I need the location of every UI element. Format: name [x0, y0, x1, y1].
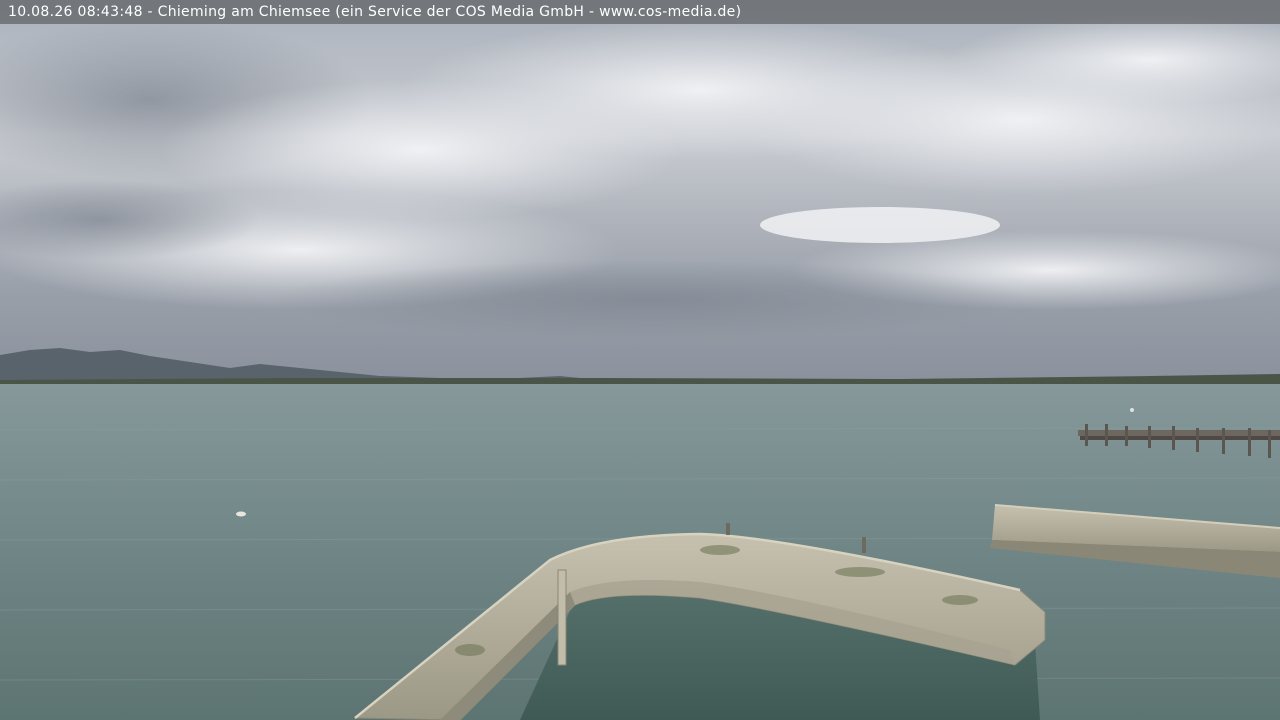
swimming-bird — [236, 511, 246, 517]
webcam-scene: 10.08.26 08:43:48 - Chieming am Chiemsee… — [0, 0, 1280, 720]
webcam-caption: 10.08.26 08:43:48 - Chieming am Chiemsee… — [0, 0, 1280, 24]
lake-landscape-image — [0, 0, 1280, 720]
wall-post — [557, 569, 567, 666]
clouds — [0, 15, 1280, 340]
